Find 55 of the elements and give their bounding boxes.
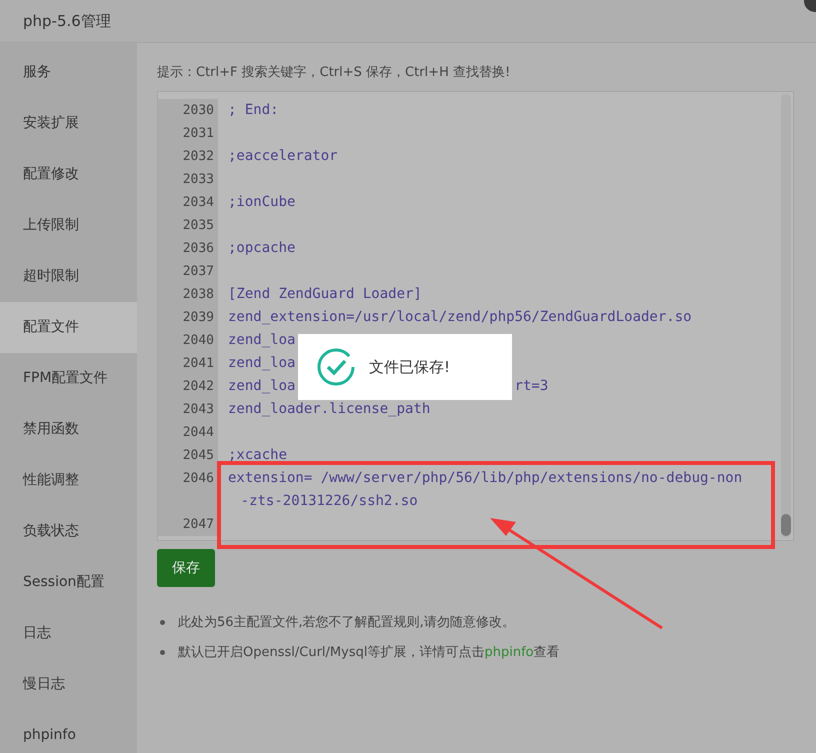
line-number: 2046 xyxy=(158,467,218,513)
note-text: 此处为56主配置文件,若您不了解配置规则,请勿随意修改。 xyxy=(178,614,515,631)
code-line: ;opcache xyxy=(228,239,296,258)
scrollbar-thumb[interactable] xyxy=(781,514,791,536)
code-line: [Zend ZendGuard Loader] xyxy=(228,285,422,304)
sidebar-item[interactable]: 上传限制 xyxy=(0,200,137,251)
window-title: php-5.6管理 xyxy=(23,12,111,30)
save-button[interactable]: 保存 xyxy=(157,549,215,587)
code-line: extension= /www/server/php/56/lib/php/extensions/no-debug-non-zts-20131226/ssh2.so xyxy=(228,469,744,511)
code-line: ;ionCube xyxy=(228,193,296,212)
line-number: 2041 xyxy=(158,352,218,375)
code-line: zend_loa xyxy=(228,331,296,350)
line-number: 2043 xyxy=(158,398,218,421)
sidebar-item[interactable]: 慢日志 xyxy=(0,659,137,710)
sidebar-item[interactable]: phpinfo xyxy=(0,710,137,753)
sidebar-item[interactable]: 安装扩展 xyxy=(0,98,137,149)
note-text: 默认已开启Openssl/Curl/Mysql等扩展，详情可点击phpinfo查看 xyxy=(178,644,560,661)
line-number: 2031 xyxy=(158,122,218,145)
code-line: ;eaccelerator xyxy=(228,147,338,166)
code-line: zend_extension=/usr/local/zend/php56/ZendGuardLoader.so xyxy=(228,308,692,327)
sidebar-item[interactable]: 性能调整 xyxy=(0,455,137,506)
line-number: 2038 xyxy=(158,283,218,306)
line-number: 2035 xyxy=(158,214,218,237)
sidebar-item[interactable]: 负载状态 xyxy=(0,506,137,557)
code-line: zend_loader.license_path xyxy=(228,400,430,419)
code-line: zend_loa rt=3 xyxy=(228,377,548,396)
line-number: 2037 xyxy=(158,260,218,283)
sidebar-item[interactable]: 服务 xyxy=(0,47,137,98)
sidebar-item[interactable]: 超时限制 xyxy=(0,251,137,302)
sidebar-item[interactable]: 禁用函数 xyxy=(0,404,137,455)
line-number: 2040 xyxy=(158,329,218,352)
sidebar-item[interactable]: 日志 xyxy=(0,608,137,659)
code-line: ; End: xyxy=(228,101,279,120)
sidebar-item[interactable]: 配置修改 xyxy=(0,149,137,200)
line-number: 2042 xyxy=(158,375,218,398)
sidebar-item[interactable]: Session配置 xyxy=(0,557,137,608)
line-number: 2039 xyxy=(158,306,218,329)
code-line: zend_loa xyxy=(228,354,296,373)
line-number: 2036 xyxy=(158,237,218,260)
check-icon xyxy=(316,347,356,387)
sidebar-item[interactable]: FPM配置文件 xyxy=(0,353,137,404)
code-line: ;xcache xyxy=(228,446,288,465)
bullet-icon xyxy=(160,650,165,654)
line-number: 2033 xyxy=(158,168,218,191)
line-number: 2044 xyxy=(158,421,218,444)
line-number: 2047 xyxy=(158,513,218,536)
code-editor[interactable] xyxy=(157,91,794,541)
line-number: 2045 xyxy=(158,444,218,467)
bullet-icon xyxy=(160,620,165,624)
line-number: 2030 xyxy=(158,99,218,122)
line-number: 2034 xyxy=(158,191,218,214)
toast-message: 文件已保存! xyxy=(369,358,450,376)
line-number: 2032 xyxy=(158,145,218,168)
sidebar-item[interactable]: 配置文件 xyxy=(0,302,137,353)
hint-text: 提示：Ctrl+F 搜索关键字，Ctrl+S 保存，Ctrl+H 查找替换! xyxy=(157,64,512,81)
